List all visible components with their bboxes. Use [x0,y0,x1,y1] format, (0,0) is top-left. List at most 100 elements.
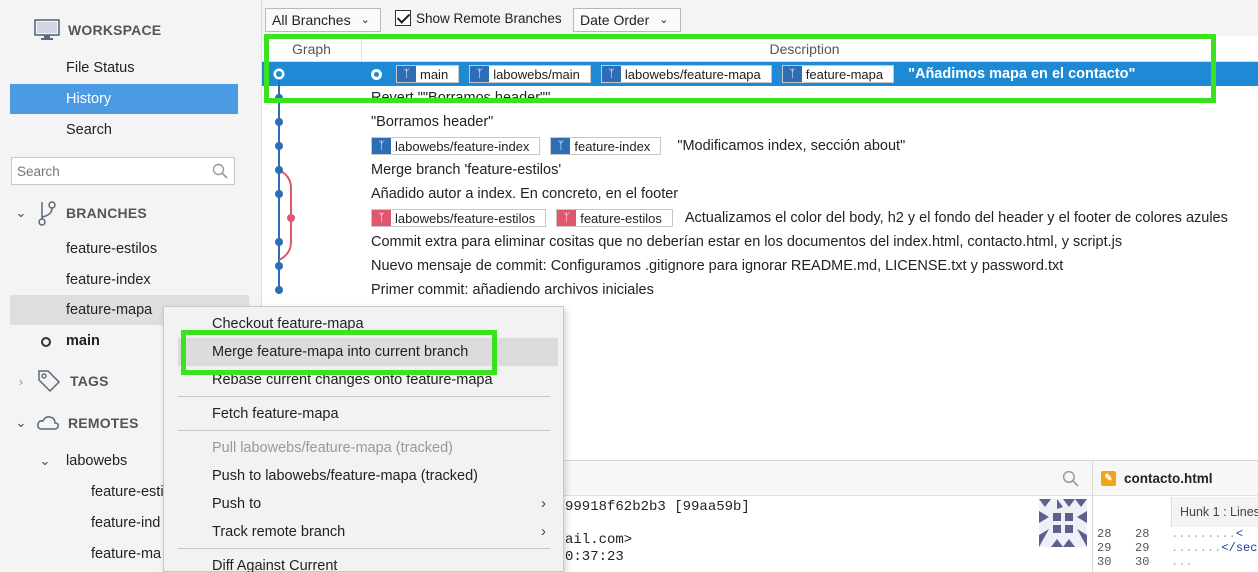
branch-icon: ᛉ [372,138,391,154]
commit-node[interactable] [275,118,283,126]
branch-label[interactable]: ᛉ labowebs/feature-estilos [371,209,547,227]
commit-row[interactable]: "Borramos header" [262,110,1258,134]
remote-branch-item[interactable]: feature-esti [91,477,164,507]
history-toolbar: All Branches ⌄ Show Remote Branches Date… [262,0,1258,36]
remote-name: labowebs [66,453,128,469]
branch-label-text: labowebs/feature-mapa [624,66,761,82]
commit-message: Nuevo mensaje de commit: Configuramos .g… [371,258,1064,274]
branch-item-feature-index[interactable]: feature-index [10,265,238,295]
chevron-down-icon[interactable]: ⌄ [38,446,52,476]
sidebar-search-input[interactable] [12,158,202,184]
menu-item-label: Track remote branch [212,524,346,540]
menu-item-push-to[interactable]: Push to › [178,490,558,518]
commit-node[interactable] [275,286,283,294]
remotes-section-header[interactable]: ⌄ REMOTES [14,413,139,433]
branch-icon: ᛉ [397,66,416,82]
menu-item-push-tracked[interactable]: Push to labowebs/feature-mapa (tracked) [178,462,558,490]
graph-column-header[interactable]: Graph [262,36,362,62]
menu-item-fetch[interactable]: Fetch feature-mapa [178,400,558,428]
menu-item-diff-against-current[interactable]: Diff Against Current [178,552,558,572]
branch-icon: ᛉ [551,138,571,154]
commit-hash: 99918f62b2b3 [99aa59b] [565,499,750,515]
commit-row[interactable]: Primer commit: añadiendo archivos inicia… [262,278,1258,302]
menu-item-rebase[interactable]: Rebase current changes onto feature-mapa [178,366,558,394]
commit-row[interactable]: Nuevo mensaje de commit: Configuramos .g… [262,254,1258,278]
remote-labowebs[interactable]: ⌄ labowebs [38,446,128,476]
sidebar-item-history[interactable]: History [10,84,238,114]
chevron-down-icon: ⌄ [659,14,669,26]
sidebar-item-file-status[interactable]: File Status [10,53,238,83]
commit-node[interactable] [275,166,283,174]
menu-item-label: Push to [212,496,262,512]
commit-row[interactable]: ᛉ main ᛉ labowebs/main ᛉ labowebs/feature-m… [262,62,1258,86]
code-line: < [1235,527,1244,541]
workspace-title: WORKSPACE [68,22,162,38]
avatar [1039,499,1087,547]
branches-filter-dropdown[interactable]: All Branches ⌄ [265,8,381,32]
menu-item-pull-tracked[interactable]: Pull labowebs/feature-mapa (tracked) [178,434,558,462]
branch-label[interactable]: ᛉ feature-mapa [781,65,895,83]
commit-row[interactable]: ᛉ labowebs/feature-index ᛉ feature-index "… [262,134,1258,158]
commit-row[interactable]: Commit extra para eliminar cositas que n… [262,230,1258,254]
branch-label[interactable]: ᛉ feature-estilos [556,209,673,227]
line-number: 30 [1097,555,1112,569]
commit-message: Primer commit: añadiendo archivos inicia… [371,282,654,298]
sidebar-item-search[interactable]: Search [10,115,238,145]
remote-branch-item[interactable]: feature-ma [91,539,161,569]
branch-label[interactable]: ᛉ labowebs/feature-index [371,137,541,155]
branch-icon: ᛉ [782,66,802,82]
menu-item-checkout[interactable]: Checkout feature-mapa [178,310,558,338]
menu-item-track-remote[interactable]: Track remote branch › [178,518,558,546]
commit-description: ᛉ labowebs/feature-estilos ᛉ feature-estil… [371,206,1228,230]
branch-label[interactable]: ᛉ feature-index [550,137,662,155]
commit-message: Commit extra para eliminar cositas que n… [371,234,1123,250]
chevron-right-icon: › [541,523,546,540]
menu-item-merge[interactable]: Merge feature-mapa into current branch [178,338,558,366]
commit-row[interactable]: ᛉ labowebs/feature-estilos ᛉ feature-estil… [262,206,1258,230]
file-diff-panel: ✎ contacto.html Hunk 1 : Lines 28 28 29 29… [1092,461,1258,572]
order-value: Date Order [580,12,650,28]
branch-label[interactable]: ᛉ labowebs/main [469,65,591,83]
commit-node[interactable] [275,190,283,198]
commit-node[interactable] [275,238,283,246]
chevron-down-icon[interactable]: ⌄ [14,205,28,221]
commit-node[interactable] [287,214,295,222]
remote-branch-item[interactable]: feature-ind [91,508,160,538]
branch-label-text: feature-mapa [805,66,884,82]
branch-label[interactable]: ᛉ labowebs/feature-mapa [600,65,772,83]
commit-node[interactable] [275,142,283,150]
commit-message: Añadido autor a index. En concreto, en e… [371,186,679,202]
commit-row[interactable]: Añadido autor a index. En concreto, en e… [262,182,1258,206]
sidebar-search-field[interactable] [11,157,235,185]
commit-time: 0:37:23 [565,549,624,565]
commit-row[interactable]: Revert ""Borramos header"" [262,86,1258,110]
chevron-down-icon[interactable]: ⌄ [14,415,28,431]
branch-label-text: labowebs/feature-estilos [395,210,536,226]
show-remote-branches-toggle[interactable]: Show Remote Branches [395,10,562,26]
commit-message: "Modificamos index, sección about" [677,138,906,154]
commit-message: Revert ""Borramos header"" [371,90,551,106]
line-number: 28 [1135,527,1150,541]
branches-section-header[interactable]: ⌄ BRANCHES [14,200,147,226]
branch-label[interactable]: ᛉ main [396,65,460,83]
show-remote-branches-checkbox[interactable] [395,10,411,26]
branches-filter-value: All Branches [272,12,351,28]
commit-description: ᛉ labowebs/feature-index ᛉ feature-index "… [371,134,905,158]
search-icon [212,163,228,179]
tags-section-header[interactable]: › TAGS [14,368,109,394]
commit-node[interactable] [275,262,283,270]
commit-row[interactable]: Merge branch 'feature-estilos' [262,158,1258,182]
branch-label-text: labowebs/feature-index [395,138,530,154]
description-column-header[interactable]: Description [362,36,1247,62]
commit-node[interactable] [275,94,283,102]
branch-context-menu: Checkout feature-mapa Merge feature-mapa… [163,306,564,572]
search-icon[interactable] [1062,470,1079,487]
order-dropdown[interactable]: Date Order ⌄ [573,8,681,32]
line-number: 30 [1135,555,1150,569]
tags-title: TAGS [70,373,109,389]
branch-item-feature-estilos[interactable]: feature-estilos [10,234,238,264]
menu-separator [178,430,550,431]
diff-filename: contacto.html [1124,470,1213,486]
chevron-right-icon[interactable]: › [14,374,28,389]
menu-separator [178,548,550,549]
